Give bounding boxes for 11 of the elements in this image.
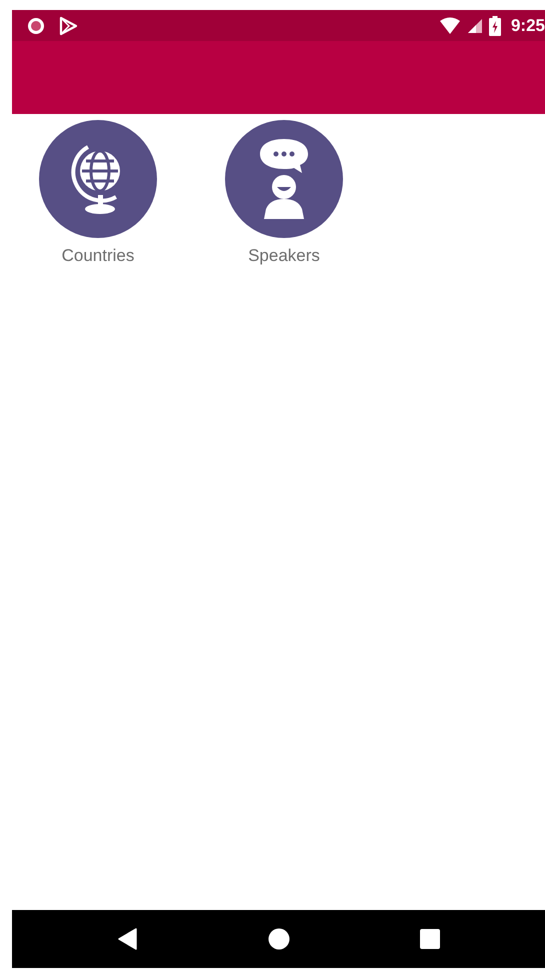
back-icon[interactable] [118, 928, 138, 950]
signal-icon [466, 18, 483, 34]
tile-label: Speakers [248, 246, 320, 266]
play-icon [58, 16, 78, 36]
recents-icon[interactable] [420, 929, 440, 949]
record-icon [26, 16, 46, 36]
status-time: 9:25 [510, 16, 545, 36]
tile-label: Countries [62, 246, 134, 266]
home-icon[interactable] [268, 928, 290, 950]
wifi-icon [438, 16, 461, 34]
battery-icon [488, 16, 501, 36]
